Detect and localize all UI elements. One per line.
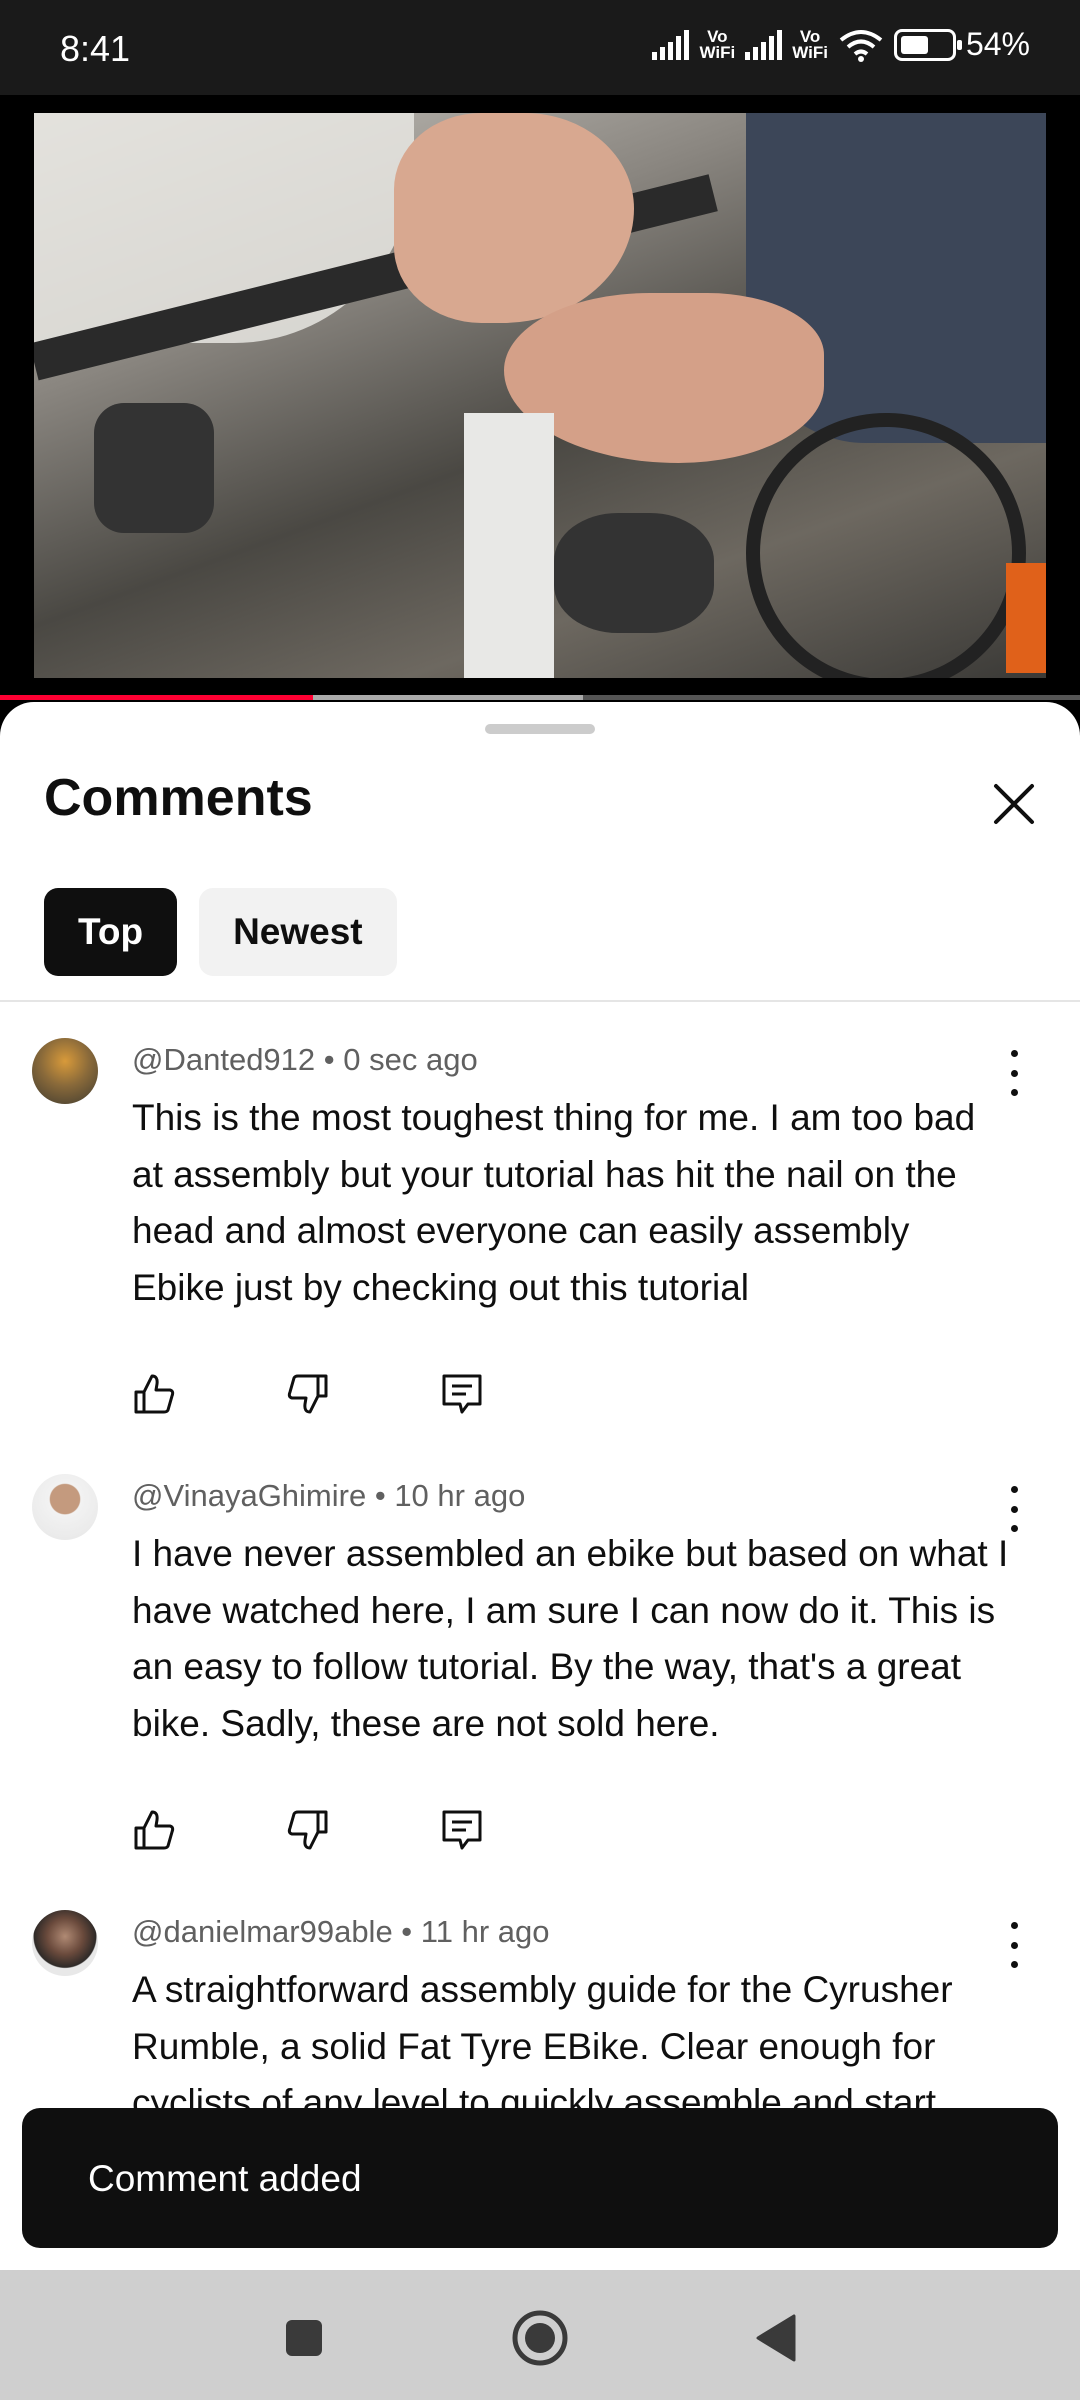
like-icon[interactable] xyxy=(132,1808,176,1852)
back-icon xyxy=(756,2314,796,2362)
more-options-icon[interactable] xyxy=(994,1486,1034,1532)
like-icon[interactable] xyxy=(132,1372,176,1416)
reply-icon[interactable] xyxy=(440,1808,484,1852)
more-options-icon[interactable] xyxy=(994,1922,1034,1968)
comment-filter-chips: Top Newest xyxy=(44,888,397,976)
home-button[interactable] xyxy=(500,2298,580,2378)
comment-author[interactable]: @danielmar99able xyxy=(132,1914,393,1949)
signal-icon xyxy=(652,29,690,60)
dislike-icon[interactable] xyxy=(286,1372,330,1416)
recents-button[interactable] xyxy=(264,2298,344,2378)
comment-meta: @danielmar99able • 11 hr ago xyxy=(132,1914,550,1949)
close-icon xyxy=(994,784,1034,824)
avatar[interactable] xyxy=(32,1474,98,1540)
comment-meta: @VinayaGhimire • 10 hr ago xyxy=(132,1478,526,1513)
comment-time: 0 sec ago xyxy=(343,1042,478,1077)
battery-fill xyxy=(900,35,928,54)
battery-percent: 54% xyxy=(965,26,1030,62)
comment-text: This is the most toughest thing for me. … xyxy=(132,1097,976,1308)
drag-handle[interactable] xyxy=(485,724,595,734)
avatar[interactable] xyxy=(32,1910,98,1976)
home-icon xyxy=(512,2310,568,2366)
reply-icon[interactable] xyxy=(440,1372,484,1416)
progress-played xyxy=(0,695,314,700)
comments-title: Comments xyxy=(44,769,313,827)
comment-text: A straightforward assembly guide for the… xyxy=(132,1969,953,2123)
battery-icon xyxy=(893,28,962,61)
close-button[interactable] xyxy=(984,774,1044,834)
recents-icon xyxy=(286,2320,322,2356)
video-frame[interactable] xyxy=(34,113,1046,678)
chip-top[interactable]: Top xyxy=(44,888,178,976)
comment-text: I have never assembled an ebike but base… xyxy=(132,1533,1009,1744)
video-player[interactable] xyxy=(0,95,1080,700)
status-icons: Vo WiFi Vo WiFi 54% xyxy=(652,26,1030,63)
comment-actions xyxy=(132,1808,594,1852)
comment-author[interactable]: @Danted912 xyxy=(132,1042,315,1077)
signal-icon-2 xyxy=(745,29,783,60)
comment-meta: @Danted912 • 0 sec ago xyxy=(132,1042,478,1077)
comment-time: 10 hr ago xyxy=(394,1478,526,1513)
chip-newest[interactable]: Newest xyxy=(199,888,397,976)
comment-actions xyxy=(132,1372,594,1416)
vowifi-label-1: Vo WiFi xyxy=(699,26,736,62)
comments-panel: Comments Top Newest @Danted912 • 0 sec a… xyxy=(0,702,1080,2270)
status-bar: 8:41 Vo WiFi Vo WiFi 54% xyxy=(0,0,1080,95)
dislike-icon[interactable] xyxy=(286,1808,330,1852)
comment-author[interactable]: @VinayaGhimire xyxy=(132,1478,366,1513)
toast-message: Comment added xyxy=(88,2158,362,2199)
status-time: 8:41 xyxy=(60,28,131,69)
snackbar-toast: Comment added xyxy=(22,2108,1058,2248)
back-button[interactable] xyxy=(736,2298,816,2378)
video-progress-bar[interactable] xyxy=(0,695,1080,700)
comment-time: 11 hr ago xyxy=(420,1914,550,1949)
more-options-icon[interactable] xyxy=(994,1050,1034,1096)
avatar[interactable] xyxy=(32,1038,98,1104)
vowifi-label-2: Vo WiFi xyxy=(792,26,828,62)
system-nav-bar xyxy=(0,2270,1080,2400)
divider xyxy=(0,1000,1080,1002)
wifi-icon xyxy=(839,29,883,62)
